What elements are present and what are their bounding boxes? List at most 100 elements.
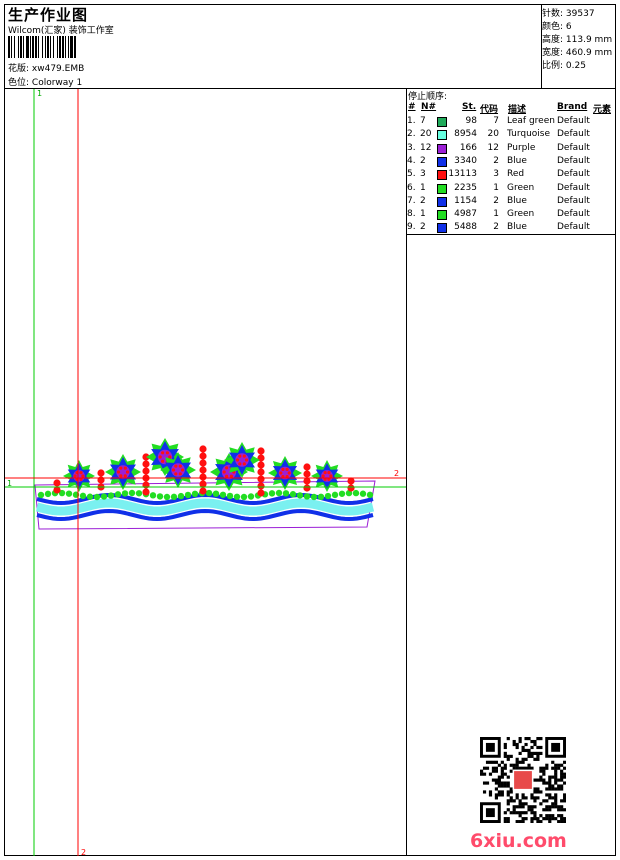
qr-module bbox=[512, 805, 516, 809]
qr-module bbox=[506, 820, 510, 823]
flower-dot bbox=[235, 458, 240, 462]
row-code: 2 bbox=[493, 155, 499, 166]
qr-module bbox=[521, 748, 525, 753]
qr-module bbox=[518, 760, 522, 764]
flower-dot bbox=[222, 470, 226, 474]
qr-module bbox=[536, 778, 540, 782]
qr-module bbox=[551, 760, 555, 764]
qr-module bbox=[506, 775, 510, 779]
qr-module bbox=[518, 802, 522, 806]
qr-module bbox=[497, 781, 501, 785]
qr-module bbox=[545, 766, 549, 770]
qr-module bbox=[480, 769, 484, 773]
green-bead bbox=[170, 493, 178, 501]
barcode-bar bbox=[38, 36, 39, 58]
qr-module bbox=[500, 760, 504, 764]
qr-module bbox=[482, 772, 487, 776]
green-bead bbox=[289, 491, 297, 498]
flower-dot bbox=[174, 472, 178, 476]
qr-module bbox=[500, 781, 504, 785]
qr-module bbox=[563, 760, 566, 764]
qr-module bbox=[503, 754, 507, 758]
qr-finder bbox=[551, 742, 561, 752]
stat-height: 高度: 113.9 mm bbox=[542, 35, 613, 45]
col-header-element: 元素 bbox=[593, 105, 612, 115]
qr-module bbox=[518, 739, 522, 744]
qr-module bbox=[533, 739, 537, 744]
green-bead bbox=[79, 492, 87, 500]
qr-module bbox=[524, 737, 528, 741]
row-code: 3 bbox=[493, 169, 499, 180]
col-header-desc: 描述 bbox=[508, 105, 527, 115]
col-header-needle: N# bbox=[421, 102, 437, 112]
qr-module bbox=[554, 775, 558, 779]
qr-module bbox=[506, 808, 510, 812]
qr-module bbox=[563, 820, 566, 823]
qr-module bbox=[500, 784, 504, 788]
row-brand: Default bbox=[557, 222, 590, 233]
red-bead bbox=[257, 482, 265, 490]
qr-module bbox=[488, 772, 493, 776]
qr-module bbox=[554, 799, 558, 803]
flower-dot bbox=[161, 459, 165, 463]
embroidery-design bbox=[34, 438, 376, 530]
qr-module bbox=[524, 796, 528, 800]
qr-module bbox=[557, 808, 561, 812]
table-bottom-divider bbox=[406, 234, 616, 235]
qr-module bbox=[503, 811, 507, 815]
row-description: Green bbox=[507, 182, 535, 193]
qr-module bbox=[548, 778, 552, 782]
red-bead bbox=[97, 476, 105, 484]
red-bead bbox=[199, 487, 207, 495]
qr-module bbox=[539, 814, 543, 818]
green-bead bbox=[212, 490, 220, 497]
green-bead bbox=[352, 489, 360, 497]
qr-module bbox=[554, 796, 558, 800]
qr-module bbox=[497, 784, 501, 788]
qr-module bbox=[503, 751, 507, 755]
green-bead bbox=[275, 489, 283, 497]
qr-module bbox=[512, 739, 516, 744]
row-needle: 2 bbox=[420, 155, 426, 166]
qr-module bbox=[554, 769, 558, 773]
qr-module bbox=[560, 778, 564, 782]
qr-module bbox=[545, 763, 549, 767]
red-bead bbox=[257, 475, 265, 483]
flower-dot bbox=[73, 474, 77, 478]
red-bead bbox=[303, 484, 311, 492]
row-description: Leaf green bbox=[507, 116, 555, 126]
row-brand: Default bbox=[557, 209, 590, 220]
qr-module bbox=[539, 820, 543, 823]
red-bead bbox=[347, 484, 355, 492]
qr-module bbox=[563, 808, 566, 812]
qr-code-icon bbox=[480, 737, 566, 823]
red-guide-bottom-label: 2 bbox=[81, 848, 86, 856]
row-needle: 1 bbox=[420, 209, 426, 220]
qr-module bbox=[497, 793, 501, 797]
qr-module bbox=[515, 820, 519, 823]
qr-module bbox=[512, 808, 516, 812]
qr-module bbox=[548, 808, 552, 812]
green-bead bbox=[366, 491, 374, 499]
qr-module bbox=[491, 769, 496, 773]
row-code: 1 bbox=[493, 209, 499, 220]
qr-module bbox=[527, 748, 531, 753]
barcode-bar bbox=[20, 36, 22, 58]
qr-module bbox=[515, 742, 519, 747]
qr-module bbox=[563, 781, 566, 785]
qr-module bbox=[509, 763, 513, 767]
green-bead bbox=[156, 493, 164, 500]
qr-module bbox=[521, 817, 525, 821]
green-bead bbox=[114, 491, 122, 498]
page-title: 生产作业图 bbox=[8, 6, 89, 24]
barcode-bar bbox=[35, 36, 37, 58]
row-index: 2. bbox=[407, 129, 416, 140]
qr-module bbox=[563, 766, 566, 770]
qr-module bbox=[521, 760, 525, 764]
qr-module bbox=[545, 808, 549, 812]
qr-module bbox=[539, 745, 543, 750]
qr-module bbox=[506, 802, 510, 806]
colorway-info: 色位: Colorway 1 bbox=[8, 75, 82, 88]
qr-module bbox=[530, 745, 534, 750]
qr-module bbox=[536, 745, 540, 750]
